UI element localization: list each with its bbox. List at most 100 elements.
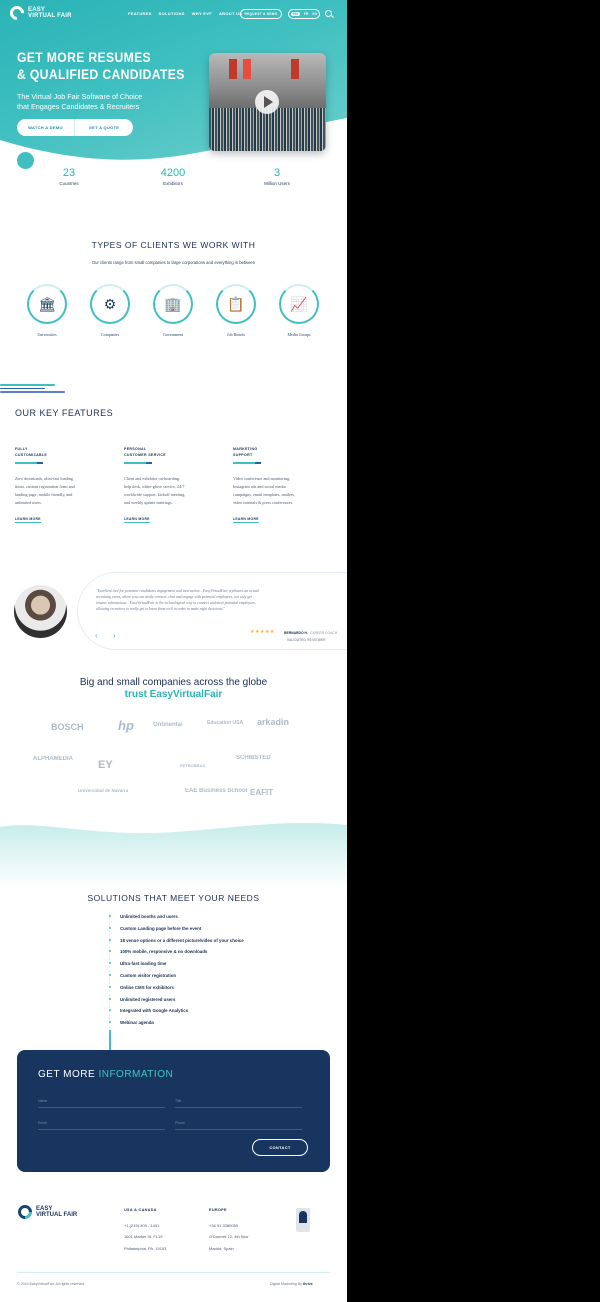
laptop-chart-icon: 📈 — [279, 284, 319, 324]
list-item: Webinar agenda — [109, 1020, 244, 1032]
client-universities: 🏛 Universities — [24, 284, 70, 337]
hero-video[interactable] — [209, 53, 326, 151]
form-title: GET MORE INFORMATION — [38, 1069, 174, 1080]
trust-brand: trust EasyVirtualFair — [124, 689, 223, 700]
list-item: Unlimited registered users — [109, 997, 244, 1009]
solutions-list: Unlimited booths and users Custom Landin… — [109, 914, 244, 1032]
footer-usa: USA & CANADA +1 (215) 309 - 1441 1601 Ma… — [124, 1205, 166, 1254]
play-icon[interactable] — [255, 90, 279, 114]
job-board-icon: 📋 — [216, 284, 256, 324]
learn-more-link[interactable]: LEARN MORE — [15, 517, 41, 523]
network-icon: ⚙ — [90, 284, 130, 324]
main-nav: FEATURES SOLUTIONS WHY EVF ABOUT US — [128, 11, 242, 16]
client-label: Media Groups — [287, 332, 311, 337]
email-field[interactable]: Email — [38, 1120, 165, 1130]
search-icon[interactable] — [325, 10, 332, 17]
page: EASY VIRTUAL FAIR FEATURES SOLUTIONS WHY… — [0, 0, 347, 1302]
award-badge-icon — [296, 1208, 310, 1232]
lang-en[interactable]: EN — [290, 12, 300, 16]
decorative-stripes — [0, 384, 65, 395]
banner-decoration — [243, 59, 251, 79]
decorative-dot — [17, 152, 34, 169]
contact-form: GET MORE INFORMATION Name Title Email Ph… — [17, 1050, 330, 1172]
logo-mark-icon — [7, 3, 27, 23]
learn-more-link[interactable]: LEARN MORE — [124, 517, 150, 523]
logo-alphamedia: ALPHAMEDIA — [33, 756, 73, 762]
list-item: 18 venue options or a different picture/… — [109, 938, 244, 950]
clients-title: TYPES OF CLIENTS WE WORK WITH — [91, 240, 256, 250]
features-title: OUR KEY FEATURES — [15, 408, 114, 418]
list-item: Online CMS for exhibitors — [109, 985, 244, 997]
capitol-icon: 🏢 — [153, 284, 193, 324]
solutions-title: SOLUTIONS THAT MEET YOUR NEEDS — [87, 893, 260, 903]
footer-logo[interactable]: EASY VIRTUAL FAIR — [15, 1202, 78, 1222]
contact-button[interactable]: CONTACT — [252, 1139, 308, 1156]
footer-phone[interactable]: +1 (215) 309 - 1441 — [124, 1220, 166, 1232]
logo-ey: EY — [98, 759, 113, 771]
hero-subtitle: The Virtual Job Fair Software of Choice … — [17, 92, 143, 111]
logo-petrobras: PETROBRAS — [180, 763, 206, 768]
university-icon: 🏛 — [27, 284, 67, 324]
reviewer-avatar — [14, 585, 67, 638]
lang-fr[interactable]: FR — [304, 12, 309, 16]
logo-schibsted: SCHIBSTED — [236, 755, 271, 761]
language-switcher: EN FR ES — [288, 9, 320, 19]
phone-field[interactable]: Phone — [175, 1120, 302, 1130]
footer-logo-line2: VIRTUAL FAIR — [36, 1212, 78, 1218]
lang-es[interactable]: ES — [312, 12, 317, 16]
hero-title: GET MORE RESUMES & QUALIFIED CANDIDATES — [17, 50, 185, 82]
logo-hp: hp — [118, 718, 134, 733]
nav-why-evf[interactable]: WHY EVF — [192, 11, 212, 16]
agency-name: thrive — [302, 1282, 313, 1286]
logo[interactable]: EASY VIRTUAL FAIR — [7, 3, 72, 23]
get-quote-button[interactable]: GET A QUOTE — [75, 119, 133, 136]
stat-exhibitors: 4200 Exhibitors — [143, 167, 203, 186]
logo-continental: Ontinental — [153, 722, 183, 728]
watch-demo-button[interactable]: WATCH A DEMO — [17, 119, 75, 136]
nav-features[interactable]: FEATURES — [128, 11, 152, 16]
client-label: Universities — [37, 332, 57, 337]
agency-credit[interactable]: Digital Marketing By thrive — [270, 1282, 313, 1286]
stat-users: 3 Million Users — [247, 167, 307, 186]
logo-eafit: EAFIT — [250, 788, 274, 797]
feature-description: Client and exhibitor on-boarding, help d… — [124, 475, 186, 505]
next-arrow-icon[interactable]: › — [113, 631, 116, 640]
logo-navarra: Universidad de Navarra — [78, 788, 129, 793]
footer-phone[interactable]: +34 91 3380059 — [209, 1220, 249, 1232]
prev-arrow-icon[interactable]: ‹ — [95, 631, 98, 640]
wave-top — [0, 815, 347, 834]
name-field[interactable]: Name — [38, 1098, 165, 1108]
stat-label: Exhibitors — [163, 181, 183, 186]
logo-line2: VIRTUAL FAIR — [28, 13, 72, 19]
list-item: 100% mobile, responsive & no downloads — [109, 949, 244, 961]
footer-city: Philadelphia, PA. 19103 — [124, 1245, 167, 1251]
reviewer: BERNARDO H. CAREER COACH — [284, 631, 337, 635]
rating-stars: ★★★★★ — [250, 629, 275, 635]
request-demo-button[interactable]: REQUEST A DEMO — [240, 9, 282, 19]
client-job-boards: 📋 Job Boards — [213, 284, 259, 337]
footer-city: Madrid, Spain — [209, 1245, 234, 1251]
client-companies: ⚙ Companies — [87, 284, 133, 337]
learn-more-link[interactable]: LEARN MORE — [233, 517, 259, 523]
crowd-image — [209, 108, 326, 151]
banner-decoration — [291, 59, 299, 79]
client-label: Job Boards — [227, 332, 245, 337]
logo-bosch: BOSCH — [51, 722, 84, 732]
logo-education-usa: Education USA — [207, 720, 244, 726]
logo-arkadin: arkadin — [257, 717, 290, 727]
stat-label: Million Users — [264, 181, 290, 186]
nav-about-us[interactable]: ABOUT US — [219, 11, 242, 16]
list-item: Custom visitor registration — [109, 973, 244, 985]
stat-number: 23 — [62, 167, 76, 179]
feature-title: PERSONAL CUSTOMER SERVICE — [124, 447, 167, 457]
title-field[interactable]: Title — [175, 1098, 302, 1108]
footer-divider — [17, 1272, 330, 1273]
testimonial-quote: "Excellent tool for potential candidates… — [96, 589, 259, 611]
reviewer-name: BERNARDO H. — [284, 631, 308, 635]
client-government: 🏢 Government — [150, 284, 196, 337]
client-label: Companies — [101, 332, 119, 337]
footer-europe: EUROPE +34 91 3380059 O'Donnell 12, 4th … — [209, 1205, 249, 1254]
logo-mark-icon — [15, 1202, 35, 1222]
nav-solutions[interactable]: SOLUTIONS — [159, 11, 185, 16]
client-media-groups: 📈 Media Groups — [276, 284, 322, 337]
